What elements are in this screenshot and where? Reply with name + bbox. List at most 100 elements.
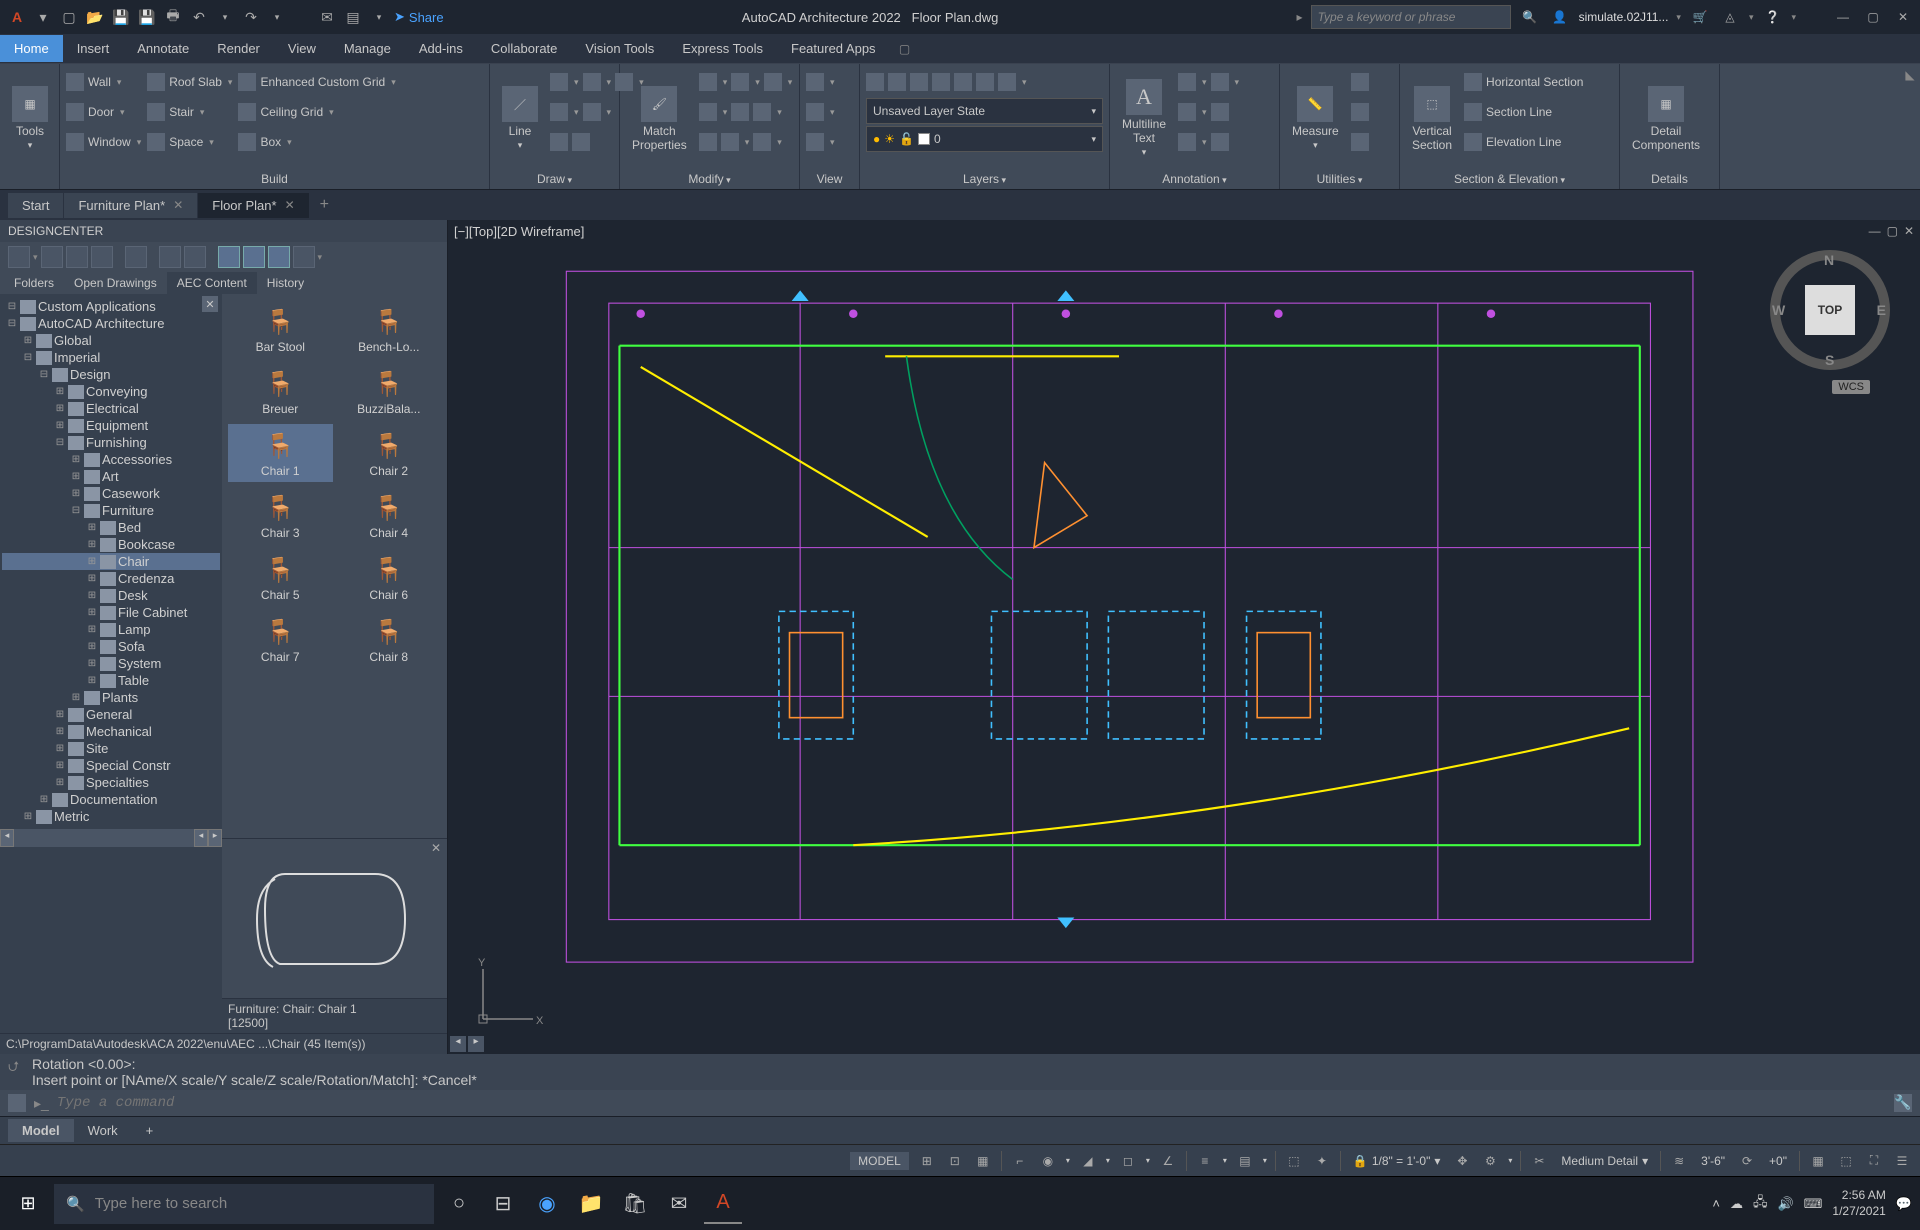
cmd-recent-icon[interactable] xyxy=(8,1094,26,1112)
layout-add-button[interactable]: + xyxy=(132,1119,168,1142)
layers-panel-title[interactable]: Layers xyxy=(866,169,1103,189)
sb-sel-icon[interactable]: ⬚ xyxy=(1284,1151,1304,1171)
pt-home[interactable] xyxy=(184,246,206,268)
section-horizontal-section[interactable]: Horizontal Section xyxy=(1464,68,1583,96)
tree-node-lamp[interactable]: ⊞Lamp xyxy=(2,621,220,638)
cmd-expand-icon[interactable]: ⮍ xyxy=(8,1056,32,1088)
app-logo-icon[interactable]: A xyxy=(6,6,28,28)
start-button[interactable]: ⊞ xyxy=(8,1184,48,1224)
tree-node-custom-applications[interactable]: ⊟Custom Applications xyxy=(2,298,220,315)
layer-icon-4[interactable] xyxy=(932,73,950,91)
store-icon[interactable]: 🛍 xyxy=(616,1184,654,1224)
pal-subtab-history[interactable]: History xyxy=(257,272,314,294)
viewcube[interactable]: TOP N S E W xyxy=(1770,250,1890,370)
explorer-icon[interactable]: 📁 xyxy=(572,1184,610,1224)
sb-giz-icon[interactable]: ✦ xyxy=(1312,1151,1332,1171)
pal-subtab-aec-content[interactable]: AEC Content xyxy=(167,272,257,294)
ribbon-collapse-icon[interactable]: ◣ xyxy=(1905,68,1914,82)
tree-node-mechanical[interactable]: ⊞Mechanical xyxy=(2,723,220,740)
ribbon-tab-render[interactable]: Render xyxy=(203,35,274,62)
ribbon-tab-home[interactable]: Home xyxy=(0,35,63,62)
canvas-max-icon[interactable]: ▢ xyxy=(1887,224,1898,238)
layer-icon-2[interactable] xyxy=(888,73,906,91)
tray-lang-icon[interactable]: ⌨ xyxy=(1804,1196,1823,1212)
content-item-chair-5[interactable]: 🪑Chair 5 xyxy=(228,548,333,606)
pt-load[interactable] xyxy=(8,246,30,268)
ribbon-tab-annotate[interactable]: Annotate xyxy=(123,35,203,62)
pt-views[interactable] xyxy=(293,246,315,268)
build-window[interactable]: Window▾ xyxy=(66,128,141,156)
sb-lw-icon[interactable]: ≡ xyxy=(1195,1151,1215,1171)
content-item-chair-2[interactable]: 🪑Chair 2 xyxy=(337,424,442,482)
build-ceiling-grid[interactable]: Ceiling Grid▾ xyxy=(238,98,395,126)
tray-clock[interactable]: 2:56 AM1/27/2021 xyxy=(1832,1188,1885,1219)
layer-icon-5[interactable] xyxy=(954,73,972,91)
undo-dd-icon[interactable]: ▾ xyxy=(214,6,236,28)
tree-node-autocad-architecture[interactable]: ⊟AutoCAD Architecture xyxy=(2,315,220,332)
sb-model[interactable]: MODEL xyxy=(850,1152,909,1170)
build-door[interactable]: Door▾ xyxy=(66,98,141,126)
view-label[interactable]: [−][Top][2D Wireframe] xyxy=(454,224,584,239)
content-item-breuer[interactable]: 🪑Breuer xyxy=(228,362,333,420)
file-tab-close-icon[interactable]: ✕ xyxy=(285,198,295,212)
tree-node-imperial[interactable]: ⊟Imperial xyxy=(2,349,220,366)
tree-node-system[interactable]: ⊞System xyxy=(2,655,220,672)
ribbon-tab-vision-tools[interactable]: Vision Tools xyxy=(571,35,668,62)
share-button[interactable]: ➤ Share xyxy=(394,9,444,25)
anno-row3[interactable]: ▾ xyxy=(1178,128,1239,156)
ribbon-tab-express-tools[interactable]: Express Tools xyxy=(668,35,777,62)
util-row3[interactable] xyxy=(1351,128,1369,156)
tree-node-furnishing[interactable]: ⊟Furnishing xyxy=(2,434,220,451)
line-button[interactable]: ／Line▾ xyxy=(496,68,544,169)
minimize-icon[interactable]: — xyxy=(1832,6,1854,28)
view-row3[interactable]: ▾ xyxy=(806,128,835,156)
pt-desc[interactable] xyxy=(268,246,290,268)
tree-node-electrical[interactable]: ⊞Electrical xyxy=(2,400,220,417)
content-item-chair-6[interactable]: 🪑Chair 6 xyxy=(337,548,442,606)
sb-cog-icon[interactable]: ⚙ xyxy=(1480,1151,1500,1171)
anno-row1[interactable]: ▾▾ xyxy=(1178,68,1239,96)
sb-rot-icon[interactable]: ⟳ xyxy=(1737,1151,1757,1171)
sb-repl-icon[interactable]: ▦ xyxy=(1808,1151,1828,1171)
layer-current-combo[interactable]: ● ☀ 🔓 0▾ xyxy=(866,126,1103,152)
file-tab-start[interactable]: Start xyxy=(8,193,64,218)
layout-tab-model[interactable]: Model xyxy=(8,1119,74,1142)
doc-icon[interactable]: ▤ xyxy=(342,6,364,28)
file-tab-floor-plan-[interactable]: Floor Plan*✕ xyxy=(198,193,309,218)
annotation-panel-title[interactable]: Annotation xyxy=(1116,169,1273,189)
content-item-chair-4[interactable]: 🪑Chair 4 xyxy=(337,486,442,544)
sb-full-icon[interactable]: ⛶ xyxy=(1864,1151,1884,1171)
layer-icon-1[interactable] xyxy=(866,73,884,91)
user-icon[interactable]: 👤 xyxy=(1549,6,1571,28)
modify-row2[interactable]: ▾▾ xyxy=(699,98,793,126)
edge-icon[interactable]: ◉ xyxy=(528,1184,566,1224)
sb-rot[interactable]: +0" xyxy=(1765,1154,1791,1168)
tree-node-accessories[interactable]: ⊞Accessories xyxy=(2,451,220,468)
tree-node-file-cabinet[interactable]: ⊞File Cabinet xyxy=(2,604,220,621)
redo-dd-icon[interactable]: ▾ xyxy=(266,6,288,28)
build-roof-slab[interactable]: Roof Slab▾ xyxy=(147,68,232,96)
pal-subtab-folders[interactable]: Folders xyxy=(4,272,64,294)
hscroll-right[interactable]: ▸ xyxy=(468,1036,484,1052)
hscroll-left[interactable]: ◂ xyxy=(450,1036,466,1052)
saveas-icon[interactable]: 💾 xyxy=(136,6,158,28)
file-tab-furniture-plan-[interactable]: Furniture Plan*✕ xyxy=(64,193,198,218)
content-item-chair-8[interactable]: 🪑Chair 8 xyxy=(337,610,442,668)
tree-node-design[interactable]: ⊟Design xyxy=(2,366,220,383)
tree-node-plants[interactable]: ⊞Plants xyxy=(2,689,220,706)
utilities-panel-title[interactable]: Utilities xyxy=(1286,169,1393,189)
ribbon-tab-insert[interactable]: Insert xyxy=(63,35,124,62)
ribbon-tab-manage[interactable]: Manage xyxy=(330,35,405,62)
tree-node-special-constr[interactable]: ⊞Special Constr xyxy=(2,757,220,774)
tray-chevron-icon[interactable]: ˄ xyxy=(1712,1196,1720,1211)
new-icon[interactable]: ▢ xyxy=(58,6,80,28)
add-tab-button[interactable]: + xyxy=(310,191,339,219)
sb-ortho-icon[interactable]: ⌐ xyxy=(1010,1151,1030,1171)
sb-cut-icon[interactable]: ✂ xyxy=(1529,1151,1549,1171)
tree-node-equipment[interactable]: ⊞Equipment xyxy=(2,417,220,434)
layer-icon-7[interactable] xyxy=(998,73,1016,91)
sb-detail[interactable]: Medium Detail ▾ xyxy=(1557,1154,1652,1168)
qat-dd-icon[interactable]: ▾ xyxy=(368,6,390,28)
plot-icon[interactable]: 🖶 xyxy=(162,6,184,28)
command-input[interactable] xyxy=(57,1095,1886,1111)
